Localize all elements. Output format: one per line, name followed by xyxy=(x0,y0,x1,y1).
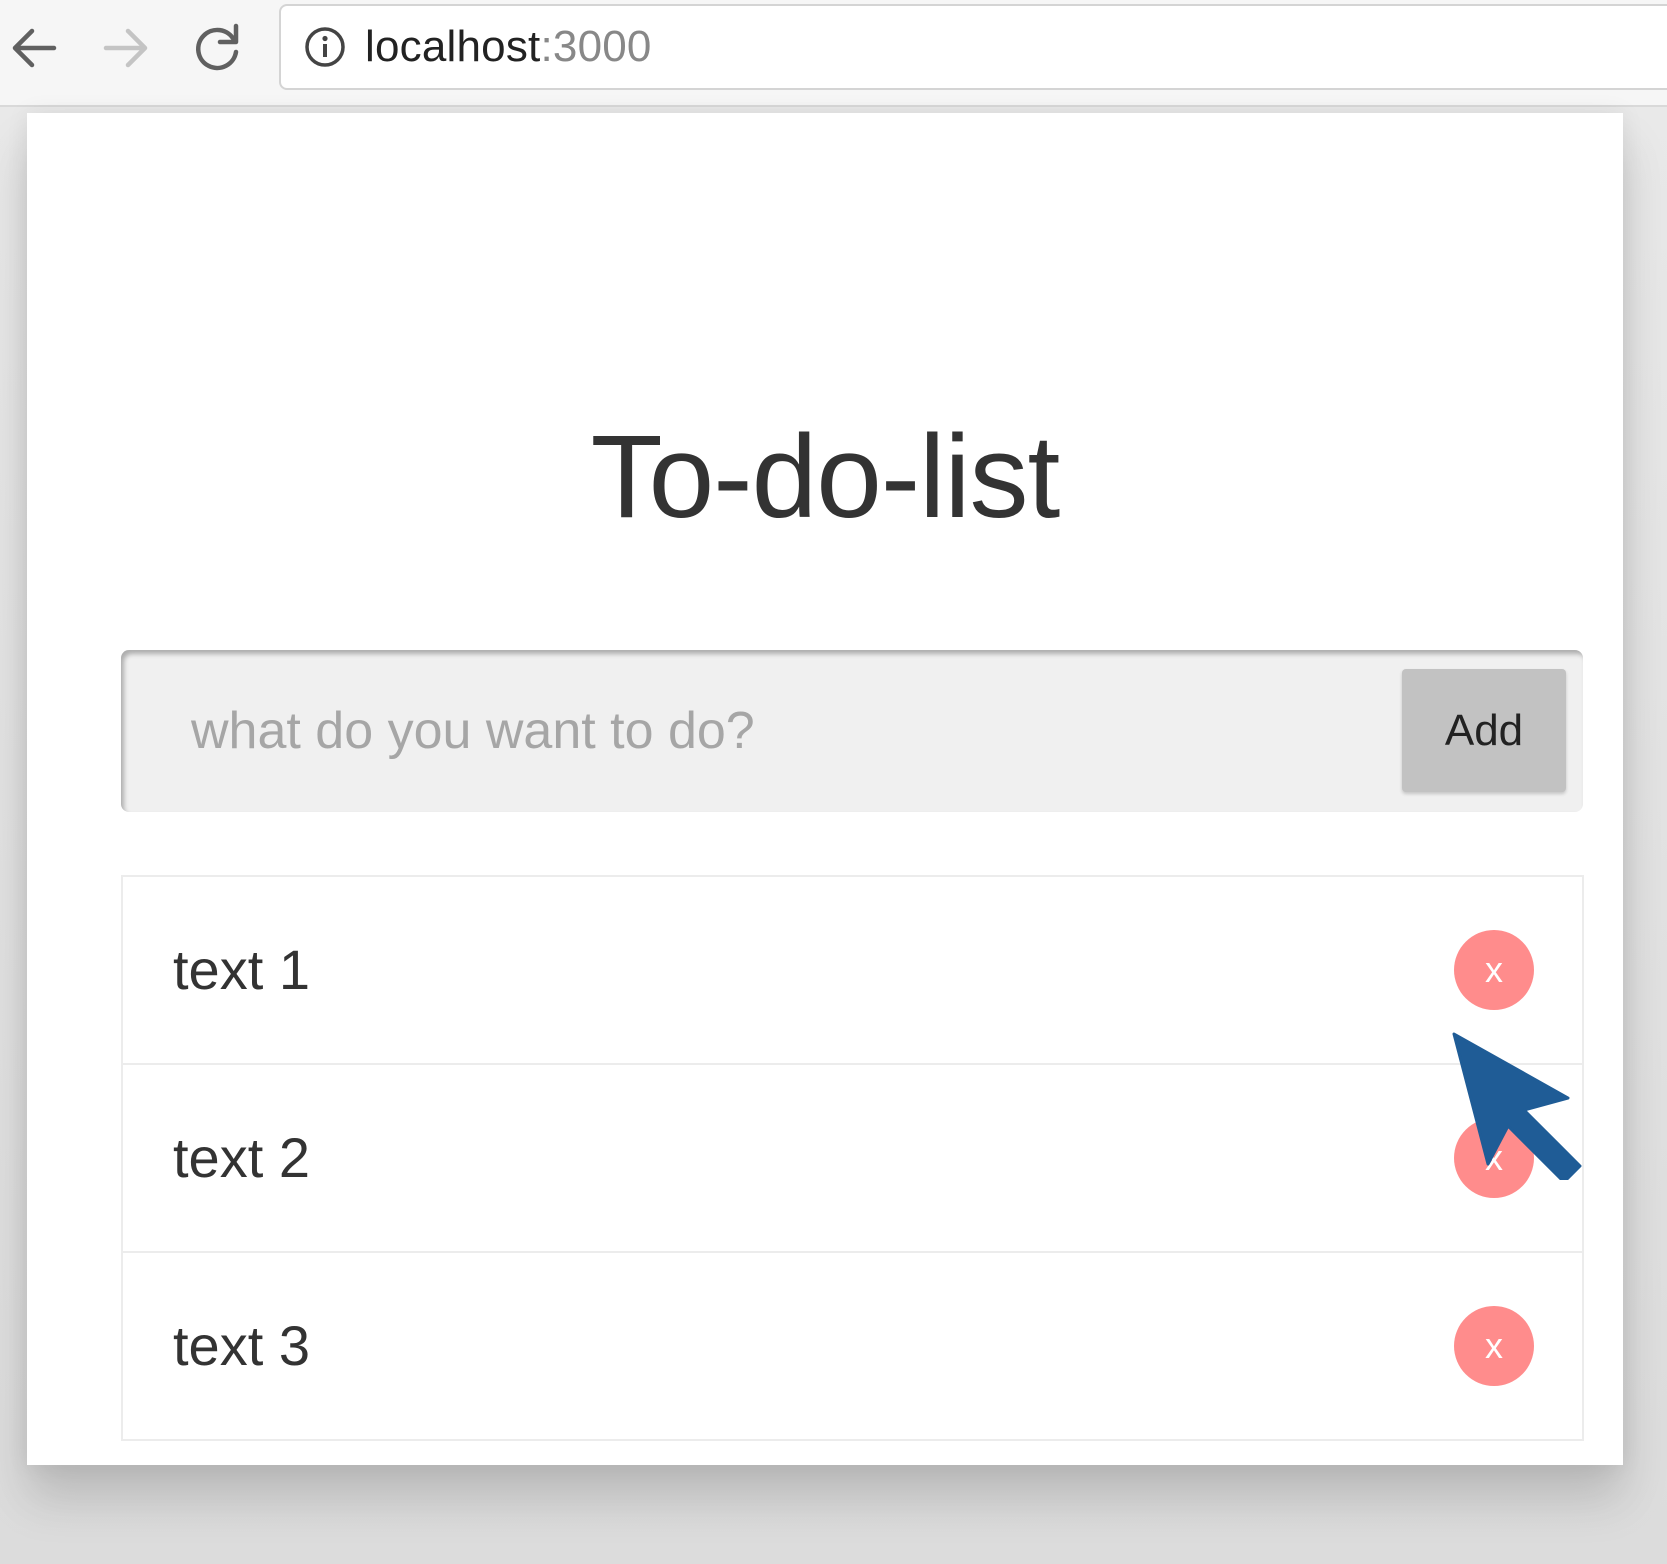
todo-input[interactable] xyxy=(121,650,1391,812)
todo-text: text 1 xyxy=(173,938,310,1001)
reload-icon xyxy=(196,23,239,71)
delete-todo-button[interactable]: x xyxy=(1454,1306,1534,1386)
todo-list: text 1 x text 2 x text 3 x xyxy=(121,875,1584,1441)
url-host: localhost xyxy=(365,22,541,71)
todo-item: text 1 x xyxy=(123,877,1582,1065)
todo-app-card: To-do-list Add text 1 x text 2 x text 3 … xyxy=(27,113,1623,1465)
url-text: localhost:3000 xyxy=(365,25,652,69)
delete-todo-button[interactable]: x xyxy=(1454,1118,1534,1198)
info-icon[interactable] xyxy=(303,25,347,69)
todo-item: text 2 x xyxy=(123,1065,1582,1253)
arrow-left-icon xyxy=(12,28,57,68)
arrow-right-icon xyxy=(103,28,148,68)
add-todo-form: Add xyxy=(121,650,1583,812)
browser-toolbar: localhost:3000 xyxy=(0,0,1667,107)
delete-todo-button[interactable]: x xyxy=(1454,930,1534,1010)
todo-text: text 3 xyxy=(173,1314,310,1377)
back-button[interactable] xyxy=(4,18,64,78)
url-port: :3000 xyxy=(540,22,652,71)
forward-button[interactable] xyxy=(96,18,156,78)
add-button[interactable]: Add xyxy=(1402,669,1566,792)
page-title: To-do-list xyxy=(590,411,1061,543)
address-bar[interactable]: localhost:3000 xyxy=(279,4,1667,90)
reload-button[interactable] xyxy=(188,18,248,78)
todo-text: text 2 xyxy=(173,1126,310,1189)
todo-item: text 3 x xyxy=(123,1253,1582,1439)
